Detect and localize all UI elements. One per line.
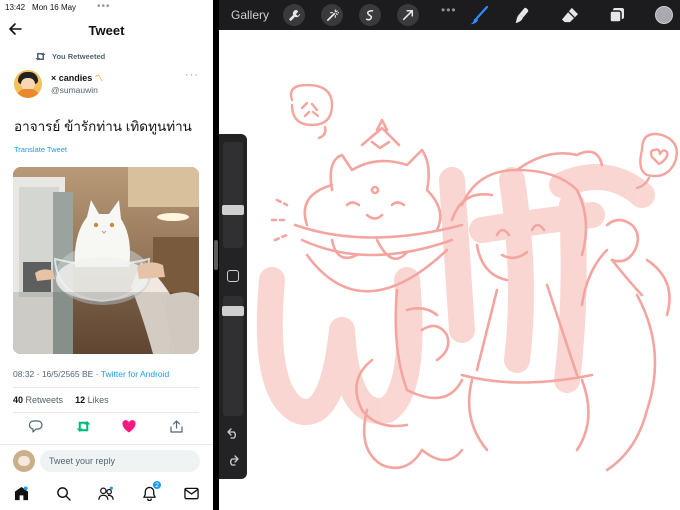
back-arrow-icon[interactable] bbox=[8, 22, 22, 36]
tweet-header: Tweet bbox=[0, 14, 213, 47]
color-picker-swatch[interactable] bbox=[655, 6, 673, 24]
toolbar-more-dots[interactable]: ••• bbox=[441, 3, 457, 17]
author-display-name: × candies bbox=[51, 73, 93, 83]
magic-wand-icon[interactable] bbox=[321, 4, 343, 26]
more-options-icon[interactable]: ··· bbox=[185, 69, 199, 81]
tweet-author: × candies 〽 @sumauwin ··· bbox=[0, 65, 213, 103]
tweet-actions bbox=[0, 417, 213, 437]
layers-icon[interactable] bbox=[606, 4, 628, 26]
procreate-toolbar: Gallery ••• bbox=[219, 0, 680, 30]
retweet-count[interactable]: 40 Retweets bbox=[13, 395, 63, 405]
retweet-icon[interactable] bbox=[75, 417, 91, 435]
transform-arrow-icon[interactable] bbox=[397, 4, 419, 26]
brush-icon[interactable] bbox=[468, 4, 490, 26]
author-name[interactable]: × candies 〽 bbox=[51, 73, 103, 84]
split-view-handle[interactable] bbox=[214, 240, 218, 270]
tweet-stats: 40 Retweets 12 Likes bbox=[13, 395, 109, 405]
avatar[interactable] bbox=[14, 70, 42, 98]
tweet-meta: 08:32 · 16/5/2565 BE · Twitter for Andro… bbox=[13, 369, 169, 379]
retweet-small-icon bbox=[35, 52, 46, 60]
reply-icon[interactable] bbox=[28, 417, 44, 435]
share-icon[interactable] bbox=[168, 417, 184, 435]
multitask-dots[interactable]: ••• bbox=[97, 1, 111, 12]
brush-size-handle[interactable] bbox=[222, 205, 244, 215]
smudge-icon[interactable] bbox=[511, 4, 533, 26]
like-count[interactable]: 12 Likes bbox=[75, 395, 109, 405]
search-icon[interactable] bbox=[54, 484, 72, 502]
page-title: Tweet bbox=[88, 23, 125, 38]
gallery-button[interactable]: Gallery bbox=[231, 8, 269, 22]
wrench-icon[interactable] bbox=[283, 4, 305, 26]
twitter-pane: 13:42 Mon 16 May ••• Tweet You Retweeted… bbox=[0, 0, 213, 510]
author-emoji: 〽 bbox=[94, 74, 103, 83]
pink-cat-sketch bbox=[256, 83, 679, 472]
retweet-context-label: You Retweeted bbox=[52, 51, 106, 61]
tweet-text: อาจารย์ ข้ารักท่าน เทิดทูนท่าน bbox=[14, 119, 192, 134]
messages-icon[interactable] bbox=[182, 484, 200, 502]
drawing-canvas[interactable] bbox=[247, 30, 680, 510]
procreate-pane: Gallery ••• bbox=[219, 0, 680, 510]
tweet-photo[interactable] bbox=[13, 167, 199, 354]
home-icon[interactable] bbox=[12, 484, 30, 502]
brush-size-slider[interactable] bbox=[223, 142, 243, 248]
procreate-sidebar bbox=[219, 134, 247, 479]
my-avatar[interactable] bbox=[13, 450, 35, 472]
undo-icon[interactable] bbox=[225, 425, 241, 441]
tweet-timestamp: 08:32 · 16/5/2565 BE · bbox=[13, 369, 101, 379]
retweet-context: You Retweeted bbox=[0, 47, 213, 65]
like-icon[interactable] bbox=[121, 417, 137, 435]
translate-tweet-link[interactable]: Translate Tweet bbox=[0, 145, 213, 159]
notification-badge: 2 bbox=[152, 480, 162, 490]
author-handle: @sumauwin bbox=[51, 85, 98, 95]
tweet-client-link[interactable]: Twitter for Android bbox=[101, 369, 170, 379]
communities-icon[interactable] bbox=[97, 484, 115, 502]
status-date: Mon 16 May bbox=[32, 2, 77, 12]
redo-icon[interactable] bbox=[225, 452, 241, 468]
status-time: 13:42 bbox=[5, 2, 26, 12]
reply-bar bbox=[13, 450, 200, 472]
cat-in-bowl-photo bbox=[13, 167, 199, 354]
selection-icon[interactable] bbox=[359, 4, 381, 26]
status-bar: 13:42 Mon 16 May ••• bbox=[0, 0, 213, 14]
notifications-icon[interactable]: 2 bbox=[140, 480, 162, 502]
opacity-handle[interactable] bbox=[222, 306, 244, 316]
reply-input[interactable] bbox=[40, 450, 200, 472]
eraser-icon[interactable] bbox=[559, 4, 581, 26]
bottom-tab-bar: 2 bbox=[0, 478, 213, 510]
modify-button[interactable] bbox=[227, 270, 239, 282]
